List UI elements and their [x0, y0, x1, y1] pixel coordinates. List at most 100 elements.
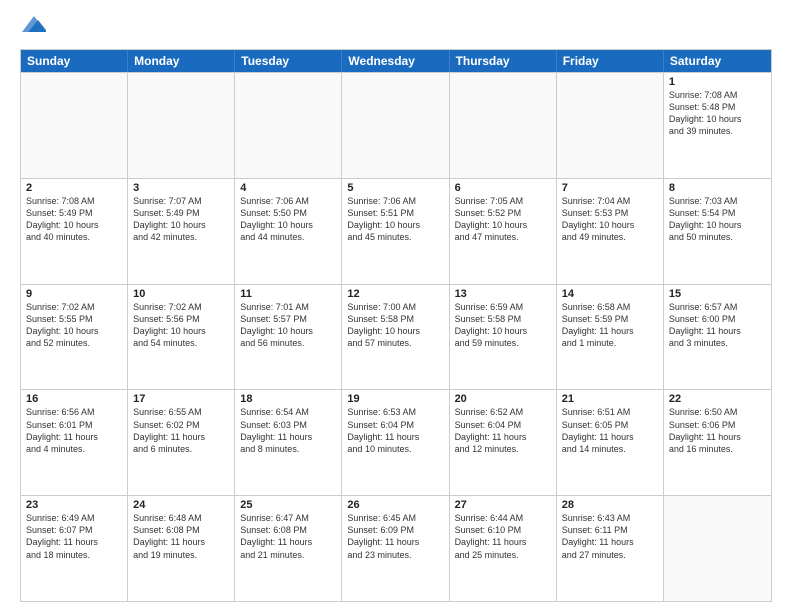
day-cell-10: 10Sunrise: 7:02 AM Sunset: 5:56 PM Dayli… — [128, 285, 235, 390]
day-info: Sunrise: 7:06 AM Sunset: 5:51 PM Dayligh… — [347, 195, 443, 244]
day-number: 22 — [669, 393, 766, 405]
day-number: 5 — [347, 182, 443, 194]
day-info: Sunrise: 7:07 AM Sunset: 5:49 PM Dayligh… — [133, 195, 229, 244]
day-cell-18: 18Sunrise: 6:54 AM Sunset: 6:03 PM Dayli… — [235, 390, 342, 495]
day-info: Sunrise: 6:45 AM Sunset: 6:09 PM Dayligh… — [347, 512, 443, 561]
day-info: Sunrise: 6:59 AM Sunset: 5:58 PM Dayligh… — [455, 301, 551, 350]
day-cell-11: 11Sunrise: 7:01 AM Sunset: 5:57 PM Dayli… — [235, 285, 342, 390]
day-number: 10 — [133, 288, 229, 300]
day-cell-24: 24Sunrise: 6:48 AM Sunset: 6:08 PM Dayli… — [128, 496, 235, 601]
day-cell-empty-0-4 — [450, 73, 557, 178]
day-info: Sunrise: 6:47 AM Sunset: 6:08 PM Dayligh… — [240, 512, 336, 561]
day-cell-16: 16Sunrise: 6:56 AM Sunset: 6:01 PM Dayli… — [21, 390, 128, 495]
day-info: Sunrise: 7:06 AM Sunset: 5:50 PM Dayligh… — [240, 195, 336, 244]
day-cell-3: 3Sunrise: 7:07 AM Sunset: 5:49 PM Daylig… — [128, 179, 235, 284]
day-number: 14 — [562, 288, 658, 300]
calendar-row-0: 1Sunrise: 7:08 AM Sunset: 5:48 PM Daylig… — [21, 72, 771, 178]
day-cell-13: 13Sunrise: 6:59 AM Sunset: 5:58 PM Dayli… — [450, 285, 557, 390]
calendar-header: SundayMondayTuesdayWednesdayThursdayFrid… — [21, 50, 771, 72]
day-number: 24 — [133, 499, 229, 511]
day-info: Sunrise: 7:04 AM Sunset: 5:53 PM Dayligh… — [562, 195, 658, 244]
day-number: 28 — [562, 499, 658, 511]
day-number: 4 — [240, 182, 336, 194]
day-info: Sunrise: 6:53 AM Sunset: 6:04 PM Dayligh… — [347, 406, 443, 455]
day-number: 2 — [26, 182, 122, 194]
day-cell-26: 26Sunrise: 6:45 AM Sunset: 6:09 PM Dayli… — [342, 496, 449, 601]
day-cell-empty-0-1 — [128, 73, 235, 178]
day-number: 25 — [240, 499, 336, 511]
day-number: 15 — [669, 288, 766, 300]
day-info: Sunrise: 7:03 AM Sunset: 5:54 PM Dayligh… — [669, 195, 766, 244]
day-cell-21: 21Sunrise: 6:51 AM Sunset: 6:05 PM Dayli… — [557, 390, 664, 495]
day-info: Sunrise: 6:57 AM Sunset: 6:00 PM Dayligh… — [669, 301, 766, 350]
day-info: Sunrise: 7:00 AM Sunset: 5:58 PM Dayligh… — [347, 301, 443, 350]
header-cell-wednesday: Wednesday — [342, 50, 449, 72]
day-cell-7: 7Sunrise: 7:04 AM Sunset: 5:53 PM Daylig… — [557, 179, 664, 284]
header-cell-tuesday: Tuesday — [235, 50, 342, 72]
day-number: 21 — [562, 393, 658, 405]
day-number: 23 — [26, 499, 122, 511]
day-number: 7 — [562, 182, 658, 194]
day-cell-2: 2Sunrise: 7:08 AM Sunset: 5:49 PM Daylig… — [21, 179, 128, 284]
day-number: 11 — [240, 288, 336, 300]
header-cell-saturday: Saturday — [664, 50, 771, 72]
calendar-row-2: 9Sunrise: 7:02 AM Sunset: 5:55 PM Daylig… — [21, 284, 771, 390]
calendar-body: 1Sunrise: 7:08 AM Sunset: 5:48 PM Daylig… — [21, 72, 771, 601]
day-cell-17: 17Sunrise: 6:55 AM Sunset: 6:02 PM Dayli… — [128, 390, 235, 495]
day-cell-23: 23Sunrise: 6:49 AM Sunset: 6:07 PM Dayli… — [21, 496, 128, 601]
day-cell-6: 6Sunrise: 7:05 AM Sunset: 5:52 PM Daylig… — [450, 179, 557, 284]
day-info: Sunrise: 6:43 AM Sunset: 6:11 PM Dayligh… — [562, 512, 658, 561]
day-number: 13 — [455, 288, 551, 300]
day-info: Sunrise: 7:02 AM Sunset: 5:56 PM Dayligh… — [133, 301, 229, 350]
day-cell-empty-0-0 — [21, 73, 128, 178]
header-cell-sunday: Sunday — [21, 50, 128, 72]
day-cell-empty-0-5 — [557, 73, 664, 178]
day-cell-27: 27Sunrise: 6:44 AM Sunset: 6:10 PM Dayli… — [450, 496, 557, 601]
day-cell-25: 25Sunrise: 6:47 AM Sunset: 6:08 PM Dayli… — [235, 496, 342, 601]
calendar-row-1: 2Sunrise: 7:08 AM Sunset: 5:49 PM Daylig… — [21, 178, 771, 284]
page-header — [20, 16, 772, 41]
day-cell-12: 12Sunrise: 7:00 AM Sunset: 5:58 PM Dayli… — [342, 285, 449, 390]
day-number: 8 — [669, 182, 766, 194]
day-cell-9: 9Sunrise: 7:02 AM Sunset: 5:55 PM Daylig… — [21, 285, 128, 390]
day-info: Sunrise: 6:56 AM Sunset: 6:01 PM Dayligh… — [26, 406, 122, 455]
day-info: Sunrise: 6:55 AM Sunset: 6:02 PM Dayligh… — [133, 406, 229, 455]
day-number: 27 — [455, 499, 551, 511]
header-cell-monday: Monday — [128, 50, 235, 72]
day-cell-empty-4-6 — [664, 496, 771, 601]
day-info: Sunrise: 6:50 AM Sunset: 6:06 PM Dayligh… — [669, 406, 766, 455]
day-number: 18 — [240, 393, 336, 405]
day-number: 1 — [669, 76, 766, 88]
day-info: Sunrise: 6:52 AM Sunset: 6:04 PM Dayligh… — [455, 406, 551, 455]
day-cell-19: 19Sunrise: 6:53 AM Sunset: 6:04 PM Dayli… — [342, 390, 449, 495]
day-info: Sunrise: 7:01 AM Sunset: 5:57 PM Dayligh… — [240, 301, 336, 350]
day-number: 12 — [347, 288, 443, 300]
calendar-row-4: 23Sunrise: 6:49 AM Sunset: 6:07 PM Dayli… — [21, 495, 771, 601]
day-info: Sunrise: 6:44 AM Sunset: 6:10 PM Dayligh… — [455, 512, 551, 561]
day-cell-14: 14Sunrise: 6:58 AM Sunset: 5:59 PM Dayli… — [557, 285, 664, 390]
day-number: 20 — [455, 393, 551, 405]
day-info: Sunrise: 7:05 AM Sunset: 5:52 PM Dayligh… — [455, 195, 551, 244]
day-info: Sunrise: 7:08 AM Sunset: 5:48 PM Dayligh… — [669, 89, 766, 138]
day-cell-5: 5Sunrise: 7:06 AM Sunset: 5:51 PM Daylig… — [342, 179, 449, 284]
day-number: 3 — [133, 182, 229, 194]
day-number: 19 — [347, 393, 443, 405]
calendar: SundayMondayTuesdayWednesdayThursdayFrid… — [20, 49, 772, 602]
day-info: Sunrise: 6:54 AM Sunset: 6:03 PM Dayligh… — [240, 406, 336, 455]
day-cell-22: 22Sunrise: 6:50 AM Sunset: 6:06 PM Dayli… — [664, 390, 771, 495]
logo-icon — [22, 12, 46, 36]
day-info: Sunrise: 7:08 AM Sunset: 5:49 PM Dayligh… — [26, 195, 122, 244]
day-number: 26 — [347, 499, 443, 511]
day-cell-20: 20Sunrise: 6:52 AM Sunset: 6:04 PM Dayli… — [450, 390, 557, 495]
day-cell-28: 28Sunrise: 6:43 AM Sunset: 6:11 PM Dayli… — [557, 496, 664, 601]
day-cell-4: 4Sunrise: 7:06 AM Sunset: 5:50 PM Daylig… — [235, 179, 342, 284]
day-cell-15: 15Sunrise: 6:57 AM Sunset: 6:00 PM Dayli… — [664, 285, 771, 390]
day-number: 16 — [26, 393, 122, 405]
day-cell-empty-0-3 — [342, 73, 449, 178]
day-number: 9 — [26, 288, 122, 300]
day-info: Sunrise: 6:58 AM Sunset: 5:59 PM Dayligh… — [562, 301, 658, 350]
day-info: Sunrise: 6:51 AM Sunset: 6:05 PM Dayligh… — [562, 406, 658, 455]
header-cell-thursday: Thursday — [450, 50, 557, 72]
day-cell-empty-0-2 — [235, 73, 342, 178]
day-cell-1: 1Sunrise: 7:08 AM Sunset: 5:48 PM Daylig… — [664, 73, 771, 178]
